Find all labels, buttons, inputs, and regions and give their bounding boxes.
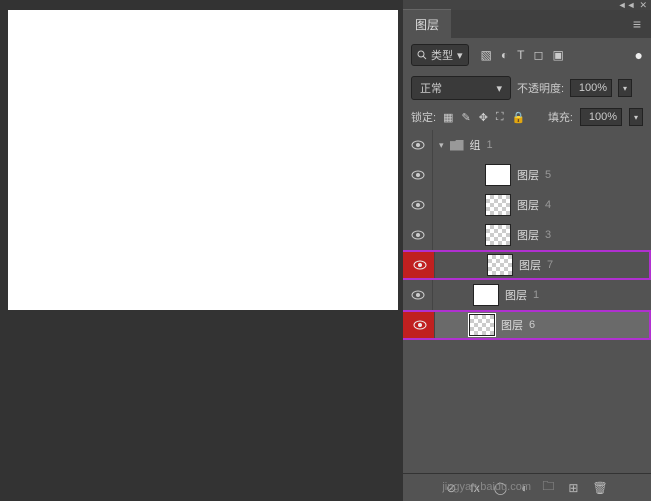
layer-name: 图层 bbox=[517, 167, 539, 183]
layer-num: 5 bbox=[545, 169, 551, 181]
layer-num: 4 bbox=[545, 199, 551, 211]
chevron-down-icon: ▾ bbox=[496, 82, 502, 95]
trash-icon[interactable]: 🗑 bbox=[592, 481, 607, 495]
fill-input[interactable]: 100% bbox=[580, 108, 622, 126]
lock-label: 锁定: bbox=[411, 109, 436, 125]
layer-thumb bbox=[485, 164, 511, 186]
group-suffix: 1 bbox=[487, 139, 493, 151]
visibility-toggle[interactable] bbox=[403, 130, 433, 160]
blend-mode-label: 正常 bbox=[420, 80, 442, 96]
visibility-toggle[interactable] bbox=[403, 280, 433, 310]
layer-thumb bbox=[485, 194, 511, 216]
lock-position-icon[interactable]: ✥ bbox=[479, 111, 488, 124]
lock-transparent-icon[interactable]: ▦ bbox=[443, 111, 453, 124]
blend-mode-select[interactable]: 正常 ▾ bbox=[411, 76, 511, 100]
layer-thumb bbox=[485, 224, 511, 246]
lock-artboard-icon[interactable]: ⛶ bbox=[496, 111, 504, 124]
layer-num: 7 bbox=[547, 259, 553, 271]
layer-row[interactable]: 图层 3 bbox=[403, 220, 651, 250]
layer-name: 图层 bbox=[501, 317, 523, 333]
collapse-icon[interactable]: ◄◄ bbox=[618, 0, 636, 10]
lock-icons: ▦ ✎ ✥ ⛶ 🔒 bbox=[443, 111, 525, 124]
lock-brush-icon[interactable]: ✎ bbox=[461, 111, 470, 124]
panel-menu-icon[interactable]: ≡ bbox=[623, 16, 651, 32]
layer-row[interactable]: 图层 1 bbox=[403, 280, 651, 310]
watermark: jingyan.baidu.com bbox=[442, 481, 531, 493]
fill-dropdown[interactable]: ▾ bbox=[629, 108, 643, 126]
group-row[interactable]: ▾ 组 1 bbox=[403, 130, 651, 160]
visibility-toggle[interactable] bbox=[403, 160, 433, 190]
folder-icon bbox=[450, 140, 464, 151]
filter-adjust-icon[interactable]: ◐ bbox=[501, 48, 508, 62]
filter-row: 类型 ▾ ▧ ◐ T ◻ ▣ ● bbox=[403, 38, 651, 72]
layer-num: 6 bbox=[529, 319, 535, 331]
chevron-down-icon: ▾ bbox=[457, 49, 463, 62]
panel-tab-bar: 图层 ≡ bbox=[403, 10, 651, 38]
layer-row[interactable]: 图层 6 bbox=[403, 310, 651, 340]
layer-name: 图层 bbox=[517, 197, 539, 213]
tab-layers[interactable]: 图层 bbox=[403, 9, 451, 39]
layer-num: 1 bbox=[533, 289, 539, 301]
layer-thumb bbox=[487, 254, 513, 276]
filter-type-label: 类型 bbox=[431, 47, 453, 63]
filter-pixel-icon[interactable]: ▧ bbox=[481, 48, 492, 62]
layer-thumb bbox=[473, 284, 499, 306]
layer-name: 图层 bbox=[505, 287, 527, 303]
layer-row[interactable]: 图层 4 bbox=[403, 190, 651, 220]
group-icon[interactable]: 🗀 bbox=[542, 477, 554, 498]
opacity-input[interactable]: 100% bbox=[570, 79, 612, 97]
filter-shape-icon[interactable]: ◻ bbox=[533, 48, 543, 62]
lock-row: 锁定: ▦ ✎ ✥ ⛶ 🔒 填充: 100% ▾ bbox=[403, 104, 651, 130]
layer-row[interactable]: 图层 5 bbox=[403, 160, 651, 190]
opacity-label: 不透明度: bbox=[517, 80, 564, 96]
blend-row: 正常 ▾ 不透明度: 100% ▾ bbox=[403, 72, 651, 104]
twisty-icon[interactable]: ▾ bbox=[439, 140, 444, 151]
filter-smart-icon[interactable]: ▣ bbox=[552, 48, 563, 62]
filter-type-select[interactable]: 类型 ▾ bbox=[411, 44, 469, 66]
visibility-toggle[interactable] bbox=[403, 220, 433, 250]
filter-icons: ▧ ◐ T ◻ ▣ bbox=[481, 48, 564, 62]
lock-all-icon[interactable]: 🔒 bbox=[512, 111, 526, 124]
visibility-toggle[interactable] bbox=[403, 252, 435, 278]
layer-thumb bbox=[469, 314, 495, 336]
new-layer-icon[interactable]: ⊞ bbox=[568, 481, 578, 495]
visibility-toggle[interactable] bbox=[403, 190, 433, 220]
group-name: 组 bbox=[470, 137, 481, 153]
layers-list: ▾ 组 1 图层 5 图层 4 图层 3 图层 7 图层 1 bbox=[403, 130, 651, 473]
visibility-toggle[interactable] bbox=[403, 312, 435, 338]
opacity-dropdown[interactable]: ▾ bbox=[618, 79, 632, 97]
layer-name: 图层 bbox=[519, 257, 541, 273]
filter-type-icon[interactable]: T bbox=[517, 48, 524, 62]
canvas[interactable] bbox=[8, 10, 398, 310]
layer-name: 图层 bbox=[517, 227, 539, 243]
layers-panel: ◄◄ ✕ 图层 ≡ 类型 ▾ ▧ ◐ T ◻ ▣ ● 正常 ▾ 不透明度: 10… bbox=[403, 0, 651, 501]
fill-label: 填充: bbox=[548, 109, 573, 125]
filter-toggle-icon[interactable]: ● bbox=[635, 47, 643, 63]
layer-num: 3 bbox=[545, 229, 551, 241]
close-icon[interactable]: ✕ bbox=[639, 0, 647, 11]
layer-row[interactable]: 图层 7 bbox=[403, 250, 651, 280]
